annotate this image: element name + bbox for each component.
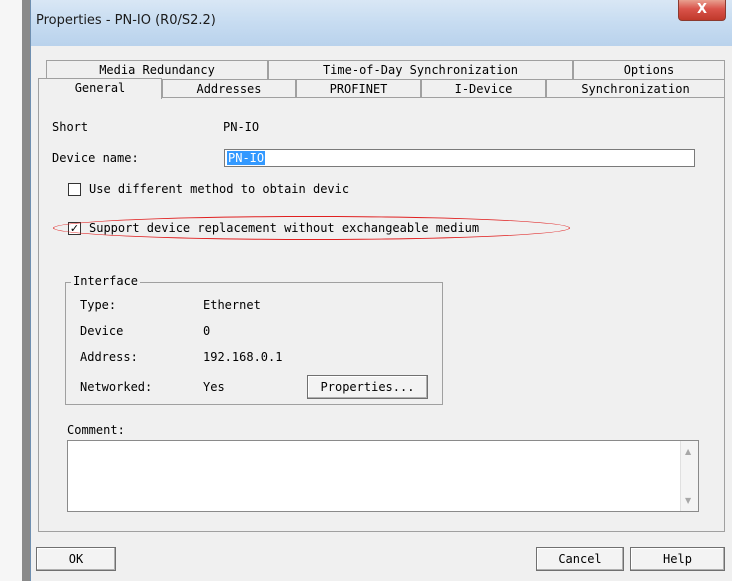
scroll-down-icon[interactable]: ▼ xyxy=(685,496,691,505)
cancel-button-label: Cancel xyxy=(558,552,602,566)
title-bar[interactable]: Properties - PN-IO (R0/S2.2) X xyxy=(31,0,732,46)
tab-label: Time-of-Day Synchronization xyxy=(322,63,519,77)
window-edge-bar xyxy=(22,0,30,581)
highlight-ellipse xyxy=(53,216,570,240)
type-label: Type: xyxy=(80,298,117,312)
tab-i-device[interactable]: I-Device xyxy=(421,79,546,98)
ok-button[interactable]: OK xyxy=(36,547,116,571)
tab-synchronization[interactable]: Synchronization xyxy=(546,79,725,98)
interface-group-title: Interface xyxy=(71,274,141,288)
device-value: 0 xyxy=(203,324,211,338)
tab-label: General xyxy=(74,81,126,95)
tab-options[interactable]: Options xyxy=(573,60,725,79)
interface-properties-button-label: Properties... xyxy=(320,380,415,394)
device-label: Device xyxy=(80,324,124,338)
ok-button-label: OK xyxy=(68,552,84,566)
window-title: Properties - PN-IO (R0/S2.2) xyxy=(36,13,216,28)
scroll-up-icon[interactable]: ▲ xyxy=(685,447,691,456)
close-icon: X xyxy=(696,2,708,17)
short-value: PN-IO xyxy=(223,120,260,134)
cancel-button[interactable]: Cancel xyxy=(536,547,624,571)
tab-general[interactable]: General xyxy=(38,78,162,99)
comment-label: Comment: xyxy=(67,423,125,437)
short-label: Short xyxy=(52,120,89,134)
address-value: 192.168.0.1 xyxy=(203,350,283,364)
comment-scrollbar[interactable]: ▲ ▼ xyxy=(680,441,698,511)
networked-label: Networked: xyxy=(80,380,153,394)
networked-value: Yes xyxy=(203,380,225,394)
properties-dialog: Properties - PN-IO (R0/S2.2) X Media Red… xyxy=(30,0,732,581)
tab-profinet[interactable]: PROFINET xyxy=(296,79,421,98)
help-button-label: Help xyxy=(663,552,692,566)
address-label: Address: xyxy=(80,350,138,364)
interface-properties-button[interactable]: Properties... xyxy=(307,375,428,399)
tab-media-redundancy[interactable]: Media Redundancy xyxy=(46,60,268,79)
help-button[interactable]: Help xyxy=(630,547,725,571)
tab-label: PROFINET xyxy=(329,82,388,96)
tab-label: Options xyxy=(623,63,675,77)
tab-label: Media Redundancy xyxy=(99,63,215,77)
comment-textarea[interactable]: ▲ ▼ xyxy=(67,440,699,512)
type-value: Ethernet xyxy=(203,298,261,312)
tab-addresses[interactable]: Addresses xyxy=(162,79,296,98)
device-name-input[interactable]: PN-IO xyxy=(224,149,695,167)
device-name-label: Device name: xyxy=(52,151,139,165)
device-name-value: PN-IO xyxy=(227,151,266,165)
use-different-method-label: Use different method to obtain devic xyxy=(89,182,350,196)
tab-label: Synchronization xyxy=(581,82,690,96)
tab-label: I-Device xyxy=(454,82,513,96)
use-different-method-checkbox[interactable] xyxy=(68,183,81,196)
close-button[interactable]: X xyxy=(678,0,726,21)
tab-time-of-day-synchronization[interactable]: Time-of-Day Synchronization xyxy=(268,60,573,79)
tab-label: Addresses xyxy=(196,82,262,96)
